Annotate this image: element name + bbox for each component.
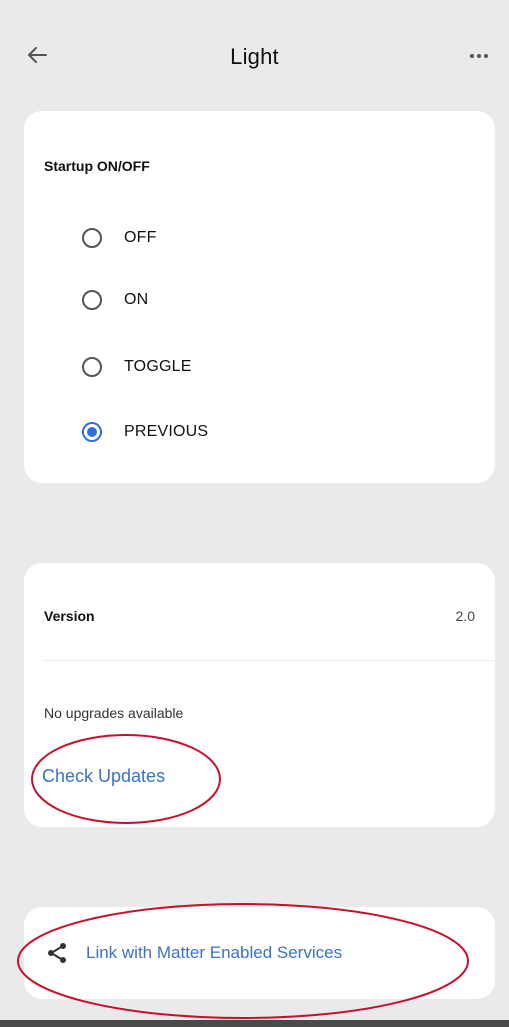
startup-title: Startup ON/OFF xyxy=(44,158,150,174)
radio-option-previous[interactable]: PREVIOUS xyxy=(82,419,208,445)
link-matter-services-button[interactable]: Link with Matter Enabled Services xyxy=(46,935,342,971)
check-updates-link[interactable]: Check Updates xyxy=(42,766,165,787)
link-matter-label: Link with Matter Enabled Services xyxy=(86,943,343,962)
more-options-icon[interactable] xyxy=(467,48,491,64)
upgrade-status-text: No upgrades available xyxy=(44,705,184,721)
share-icon xyxy=(48,943,66,963)
divider xyxy=(44,660,495,661)
radio-toggle-circle[interactable] xyxy=(82,357,102,377)
radio-on-circle[interactable] xyxy=(82,290,102,310)
bottom-edge-bar xyxy=(0,1020,509,1027)
radio-previous-circle-selected[interactable] xyxy=(82,422,102,442)
radio-option-on[interactable]: ON xyxy=(82,287,148,313)
radio-option-off[interactable]: OFF xyxy=(82,225,157,251)
device-settings-screen: Light Startup ON/OFF OFF ON TOGGLE PREVI… xyxy=(0,0,509,1027)
radio-option-toggle[interactable]: TOGGLE xyxy=(82,354,192,380)
matter-link-card: Link with Matter Enabled Services xyxy=(24,907,495,999)
version-card: Version 2.0 No upgrades available Check … xyxy=(24,563,495,827)
radio-option-label: TOGGLE xyxy=(124,358,192,375)
page-title: Light xyxy=(230,44,279,69)
radio-option-label: PREVIOUS xyxy=(124,423,209,440)
startup-card: Startup ON/OFF OFF ON TOGGLE PREVIOUS xyxy=(24,111,495,483)
header: Light xyxy=(0,0,509,112)
version-label: Version xyxy=(44,608,95,624)
radio-off-circle[interactable] xyxy=(82,228,102,248)
version-value: 2.0 xyxy=(455,608,475,624)
radio-option-label: ON xyxy=(124,291,149,308)
radio-option-label: OFF xyxy=(124,229,157,246)
